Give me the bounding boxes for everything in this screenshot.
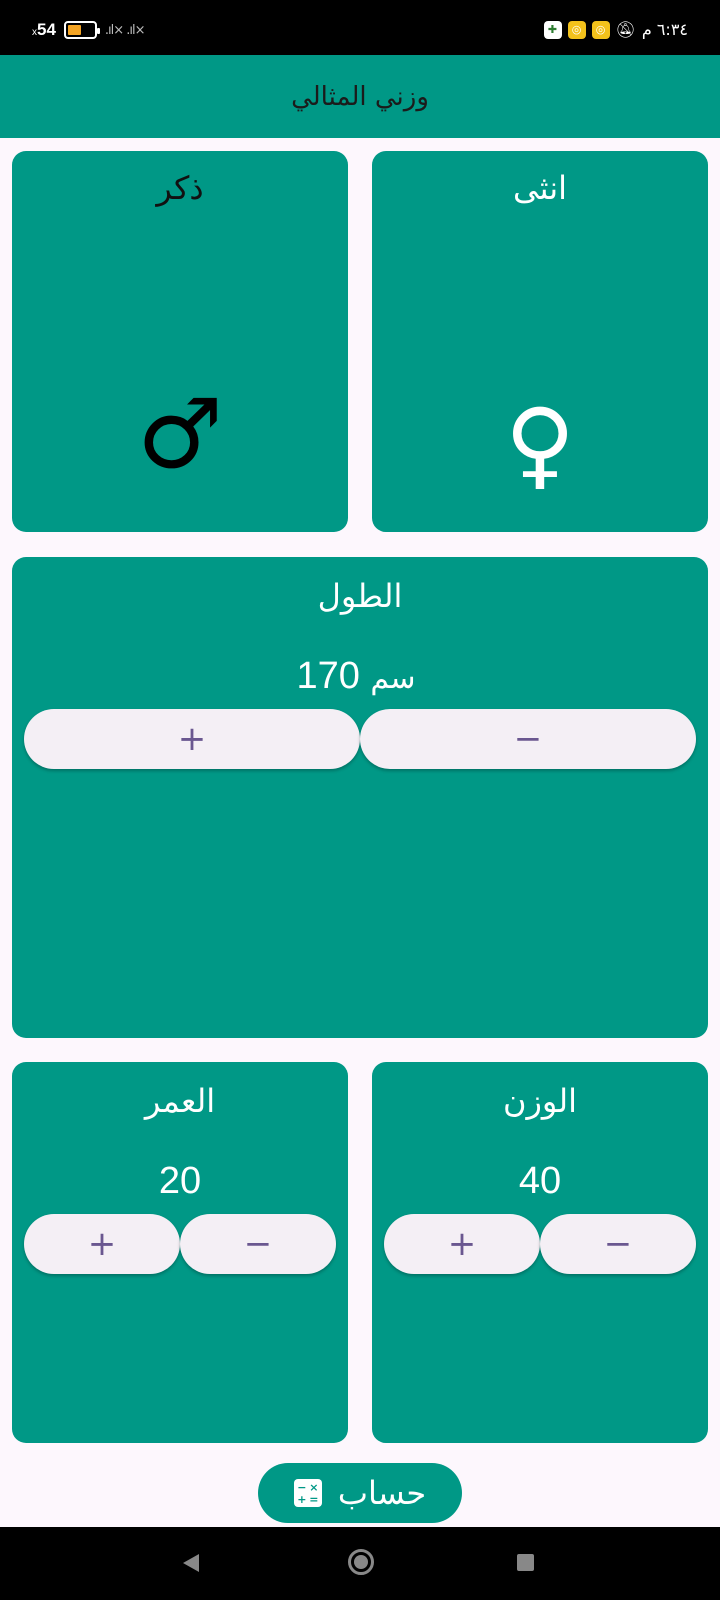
bell-muted-icon: 🔕︎ (615, 20, 636, 39)
calculator-icon: − × + = (293, 1479, 322, 1507)
male-card[interactable]: ذكر ♂ (12, 151, 348, 532)
age-value: 20 (158, 1160, 202, 1202)
clock: ٦:٣٤ م (641, 20, 688, 39)
calculator-icon-glyph: + (297, 1492, 307, 1506)
weight-card: الوزن 40 + − (372, 1062, 708, 1443)
age-card: العمر 20 + − (12, 1062, 348, 1443)
weight-plus-button[interactable]: + (384, 1214, 540, 1274)
app-notification-icon: ◎ (567, 20, 586, 39)
recent-apps-icon[interactable] (517, 1554, 534, 1571)
height-minus-button[interactable]: − (360, 709, 696, 769)
height-plus-button[interactable]: + (24, 709, 360, 769)
home-icon[interactable] (348, 1549, 374, 1575)
height-unit: سم (370, 661, 416, 696)
calculate-button[interactable]: − × + = حساب (258, 1463, 462, 1523)
battery-percentage: x54 (32, 20, 56, 40)
calculator-icon-glyph: × (309, 1480, 319, 1494)
battery-fill (67, 25, 82, 35)
signal-icon: .ıl× .ıl× (104, 22, 146, 38)
height-value: 170 (296, 655, 360, 697)
male-label: ذكر (156, 169, 204, 207)
calculator-icon-glyph: − (297, 1480, 307, 1494)
navigation-bar (0, 1527, 720, 1600)
age-minus-button[interactable]: − (180, 1214, 336, 1274)
height-label: الطول (317, 577, 403, 615)
height-value-row: سم 170 (12, 655, 708, 698)
app-title: وزني المثالي (291, 81, 429, 112)
app-notification-icon: ✚ (543, 20, 562, 39)
calculate-label: حساب (337, 1474, 427, 1512)
age-plus-button[interactable]: + (24, 1214, 180, 1274)
age-label: العمر (144, 1082, 216, 1120)
battery-icon (63, 21, 100, 39)
app-notification-icon: ◎ (591, 20, 610, 39)
weight-minus-button[interactable]: − (540, 1214, 696, 1274)
back-icon[interactable] (183, 1554, 199, 1572)
female-label: انثى (512, 169, 568, 207)
female-card[interactable]: انثى ♀ (372, 151, 708, 532)
weight-label: الوزن (502, 1082, 578, 1120)
status-right: ✚ ◎ ◎ 🔕︎ ٦:٣٤ م (543, 20, 688, 39)
calculator-icon-glyph: = (309, 1492, 319, 1506)
height-card: الطول سم 170 + − (12, 557, 708, 1038)
battery-value: 54 (37, 20, 56, 39)
status-bar: x54 .ıl× .ıl× ✚ ◎ ◎ 🔕︎ ٦:٣٤ م (0, 0, 720, 55)
weight-value: 40 (518, 1160, 562, 1202)
female-icon: ♀ (504, 388, 576, 500)
status-left: x54 .ıl× .ıl× (32, 20, 146, 40)
male-icon: ♂ (136, 378, 224, 490)
app-bar: وزني المثالي (0, 55, 720, 138)
